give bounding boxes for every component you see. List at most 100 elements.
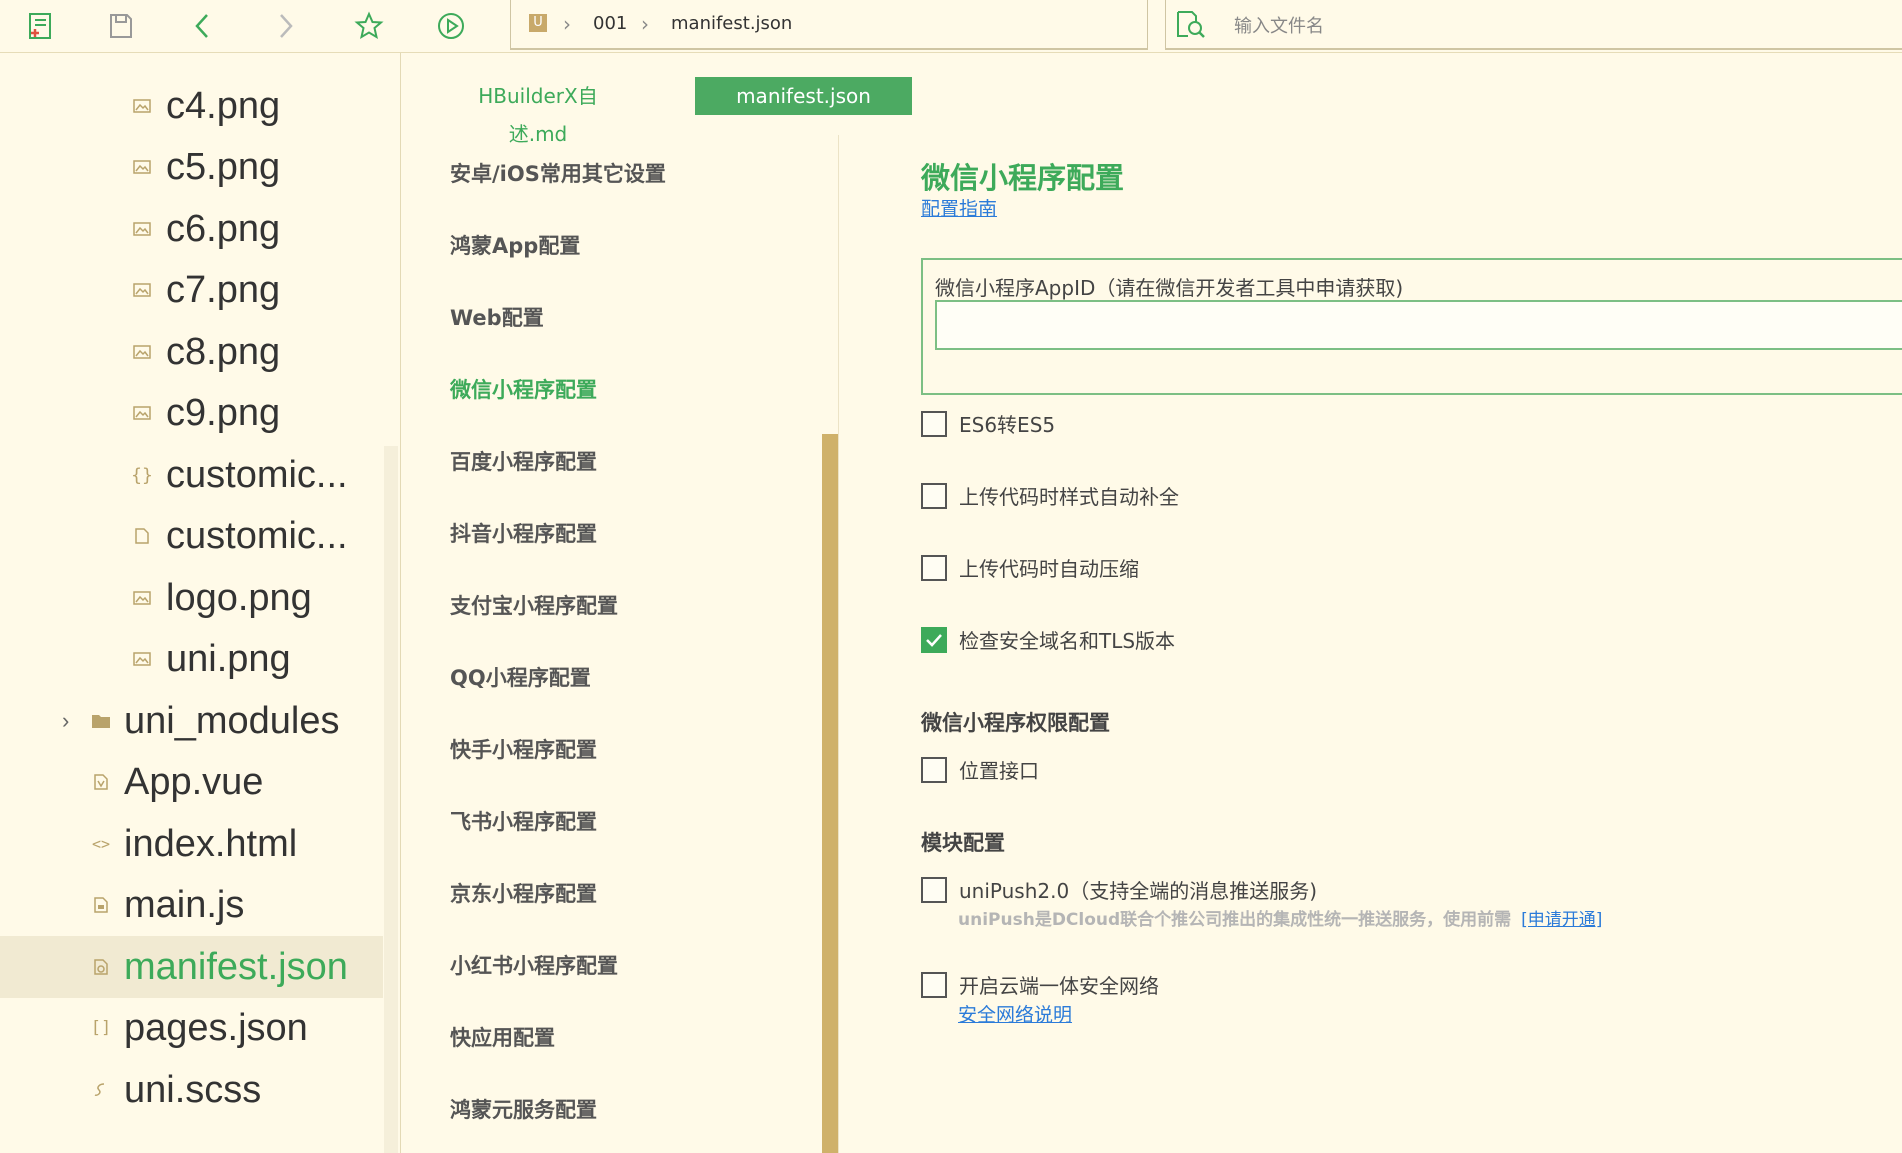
- project-explorer: c4.png c5.png c6.png c7.png c8.png c9.pn…: [0, 53, 401, 1153]
- new-file-icon[interactable]: [22, 8, 60, 44]
- nav-item-baidu[interactable]: 百度小程序配置: [450, 446, 597, 476]
- checkbox-location-api[interactable]: 位置接口: [921, 755, 1039, 784]
- tree-item-label: uni.scss: [124, 1068, 262, 1111]
- checkbox-unipush[interactable]: uniPush2.0（支持全端的消息推送服务): [921, 875, 1317, 904]
- checkbox-minify[interactable]: 上传代码时自动压缩: [921, 553, 1139, 582]
- folder-icon: [90, 710, 112, 732]
- checkbox-label: uniPush2.0（支持全端的消息推送服务): [959, 879, 1317, 903]
- checkmark-icon: [926, 633, 942, 647]
- tree-item[interactable]: logo.png: [0, 567, 383, 629]
- back-icon[interactable]: [184, 8, 222, 44]
- run-icon[interactable]: [432, 8, 470, 44]
- checkbox-box[interactable]: [921, 971, 947, 998]
- image-icon: [131, 587, 153, 609]
- tree-item[interactable]: {} customic...: [0, 444, 383, 506]
- nav-item-kuaishou[interactable]: 快手小程序配置: [450, 734, 597, 764]
- search-input[interactable]: [1232, 10, 1836, 42]
- breadcrumb-separator-icon: ›: [641, 12, 649, 36]
- tree-item[interactable]: main.js: [0, 874, 383, 936]
- image-icon: [131, 95, 153, 117]
- nav-item-qq[interactable]: QQ小程序配置: [450, 662, 591, 692]
- nav-item-android-ios[interactable]: 安卓/iOS常用其它设置: [450, 158, 666, 188]
- checkbox-es6[interactable]: ES6转ES5: [921, 409, 1055, 438]
- image-icon: [131, 341, 153, 363]
- tree-item-label: c6.png: [166, 207, 281, 250]
- tree-item[interactable]: c6.png: [0, 198, 383, 260]
- image-icon: [131, 218, 153, 240]
- tab-readme[interactable]: HBuilderX自述.md: [450, 77, 626, 146]
- save-icon[interactable]: [102, 8, 140, 44]
- scss-file-icon: [90, 1079, 112, 1101]
- nav-item-xiaohongshu[interactable]: 小红书小程序配置: [450, 950, 618, 980]
- nav-scrollbar[interactable]: [822, 434, 838, 1153]
- module-section-title: 模块配置: [921, 831, 1005, 855]
- breadcrumb-separator-icon: ›: [563, 12, 571, 36]
- tree-item[interactable]: [] pages.json: [0, 997, 383, 1059]
- breadcrumb-folder[interactable]: 001: [593, 13, 627, 34]
- tree-item[interactable]: uni.scss: [0, 1059, 383, 1121]
- checkbox-label: 位置接口: [959, 759, 1039, 783]
- tree-item[interactable]: c4.png: [0, 75, 383, 137]
- star-icon[interactable]: [350, 8, 388, 44]
- tree-item[interactable]: c8.png: [0, 321, 383, 383]
- sidebar-scrollbar[interactable]: [384, 446, 398, 1153]
- nav-item-douyin[interactable]: 抖音小程序配置: [450, 518, 597, 548]
- checkbox-box-checked[interactable]: [921, 626, 947, 653]
- tree-folder[interactable]: › uni_modules: [0, 690, 383, 752]
- checkbox-style-autocomplete[interactable]: 上传代码时样式自动补全: [921, 481, 1179, 510]
- checkbox-box[interactable]: [921, 410, 947, 437]
- tree-item[interactable]: c5.png: [0, 136, 383, 198]
- file-search: [1165, 0, 1902, 50]
- checkbox-label: 检查安全域名和TLS版本: [959, 629, 1176, 653]
- nav-item-jd[interactable]: 京东小程序配置: [450, 878, 597, 908]
- nav-item-harmony-app[interactable]: 鸿蒙App配置: [450, 230, 580, 260]
- nav-item-weixin[interactable]: 微信小程序配置: [450, 374, 597, 404]
- checkbox-box[interactable]: [921, 756, 947, 783]
- tree-item[interactable]: c9.png: [0, 382, 383, 444]
- search-file-icon[interactable]: [1172, 6, 1210, 42]
- unipush-description-text: uniPush是DCloud联合个推公司推出的集成性统一推送服务，使用前需: [958, 910, 1512, 930]
- checkbox-label: 上传代码时样式自动补全: [959, 485, 1179, 509]
- tree-item-label: c5.png: [166, 145, 281, 188]
- checkbox-cloud-security[interactable]: 开启云端一体安全网络: [921, 970, 1159, 999]
- checkbox-label: 上传代码时自动压缩: [959, 557, 1139, 581]
- appid-input[interactable]: [935, 300, 1902, 350]
- checkbox-label: ES6转ES5: [959, 413, 1056, 437]
- nav-item-quickapp[interactable]: 快应用配置: [450, 1022, 555, 1052]
- checkbox-box[interactable]: [921, 876, 947, 903]
- tree-item[interactable]: uni.png: [0, 628, 383, 690]
- tree-item-label: manifest.json: [124, 945, 348, 988]
- tree-item-label: customic...: [166, 453, 348, 496]
- file-icon: [131, 525, 153, 547]
- tab-manifest[interactable]: manifest.json: [695, 77, 912, 115]
- tree-item[interactable]: customic...: [0, 505, 383, 567]
- checkbox-box[interactable]: [921, 554, 947, 581]
- tree-item[interactable]: c7.png: [0, 259, 383, 321]
- tree-item[interactable]: App.vue: [0, 751, 383, 813]
- tree-item-label: pages.json: [124, 1006, 308, 1049]
- image-icon: [131, 279, 153, 301]
- chevron-right-icon[interactable]: ›: [62, 708, 69, 734]
- tree-item-active[interactable]: manifest.json: [0, 936, 383, 998]
- project-badge-icon: U: [529, 14, 547, 32]
- nav-item-harmony-atomic[interactable]: 鸿蒙元服务配置: [450, 1094, 597, 1124]
- security-network-link[interactable]: 安全网络说明: [958, 1000, 1072, 1027]
- unipush-apply-link[interactable]: [申请开通]: [1521, 910, 1602, 930]
- tree-item-label: c7.png: [166, 268, 281, 311]
- checkbox-check-domain-tls[interactable]: 检查安全域名和TLS版本: [921, 625, 1175, 654]
- nav-item-alipay[interactable]: 支付宝小程序配置: [450, 590, 618, 620]
- config-guide-link[interactable]: 配置指南: [921, 194, 997, 221]
- checkbox-box[interactable]: [921, 482, 947, 509]
- manifest-file-icon: [90, 956, 112, 978]
- appid-label: 微信小程序AppID（请在微信开发者工具中申请获取): [935, 276, 1404, 300]
- nav-item-web[interactable]: Web配置: [450, 302, 544, 332]
- vue-file-icon: [90, 771, 112, 793]
- tree-item[interactable]: <> index.html: [0, 813, 383, 875]
- breadcrumb-file[interactable]: manifest.json: [671, 13, 792, 34]
- forward-icon[interactable]: [266, 8, 304, 44]
- tree-item-label: c9.png: [166, 391, 281, 434]
- tree-item-label: c4.png: [166, 84, 281, 127]
- nav-item-feishu[interactable]: 飞书小程序配置: [450, 806, 597, 836]
- image-icon: [131, 402, 153, 424]
- checkbox-label: 开启云端一体安全网络: [959, 974, 1159, 998]
